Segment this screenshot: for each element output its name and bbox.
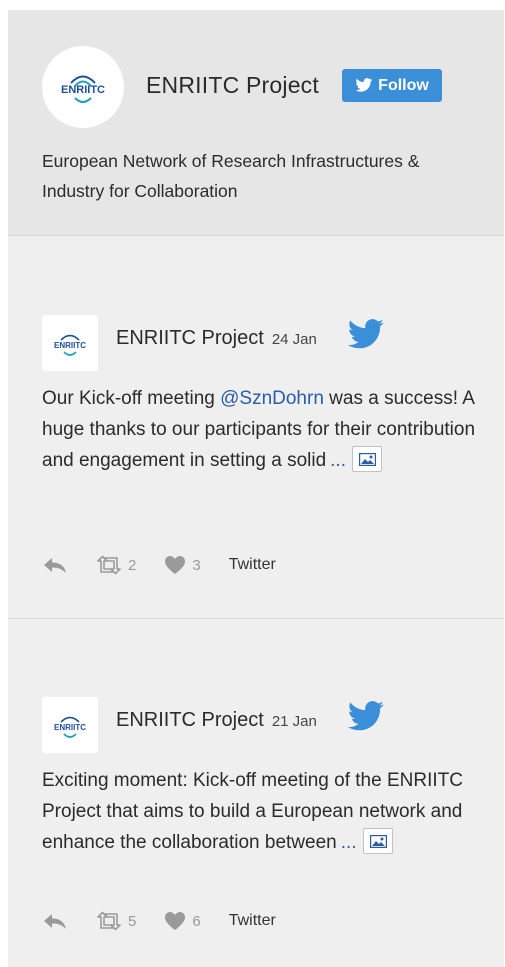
media-attachment[interactable] [352,445,382,472]
tweet-actions: 2 3 Twitter [42,555,276,575]
like-button[interactable]: 6 [164,911,201,931]
retweet-count: 2 [128,556,137,574]
tweet-author[interactable]: ENRIITC Project [116,709,264,732]
tweet-avatar[interactable]: ENRIITC [42,697,98,753]
tweet-text: Exciting moment: Kick-off meeting of the… [42,765,482,858]
image-icon [359,452,376,466]
tweet-text: Our Kick-off meeting @SznDohrn was a suc… [42,383,482,476]
reply-icon [44,914,66,929]
twitter-bird-icon[interactable] [346,319,386,351]
logo-text: ENRIITC [54,723,86,732]
source-link[interactable]: Twitter [229,556,276,574]
twitter-bird-icon [355,78,373,92]
enriitc-logo-icon: ENRIITC [54,716,86,738]
tweet-text-start: Exciting moment: Kick-off meeting of the… [42,770,463,853]
read-more-link[interactable]: ... [341,832,357,853]
follow-button[interactable]: Follow [342,69,442,102]
tweet-avatar[interactable]: ENRIITC [42,315,98,371]
tweet: ENRIITC ENRIITC Project 21 Jan Exciting … [8,619,504,967]
media-attachment[interactable] [362,827,393,854]
read-more-link[interactable]: ... [330,450,346,471]
tweet-actions: 5 6 Twitter [42,911,276,931]
like-count: 6 [192,912,201,930]
profile-header: ENRIITC ENRIITC Project Follow European … [8,10,504,236]
tweet-author[interactable]: ENRIITC Project [116,327,264,350]
tweet-header: ENRIITC Project 24 Jan [116,327,317,350]
profile-name[interactable]: ENRIITC Project [146,72,319,99]
retweet-icon [97,911,121,931]
tweet: ENRIITC ENRIITC Project 24 Jan Our Kick-… [8,237,504,619]
logo-text: ENRIITC [54,341,86,350]
tweet-header: ENRIITC Project 21 Jan [116,709,317,732]
reply-button[interactable] [42,911,68,931]
heart-icon [165,912,186,930]
profile-avatar[interactable]: ENRIITC [42,46,124,128]
enriitc-logo-icon: ENRIITC [61,75,105,103]
mention-link[interactable]: @SznDohrn [220,388,324,409]
retweet-button[interactable]: 5 [96,911,136,931]
retweet-button[interactable]: 2 [96,555,136,575]
like-count: 3 [192,556,201,574]
logo-text: ENRIITC [61,84,105,96]
image-icon [369,834,387,848]
tweet-text-start: Our Kick-off meeting [42,388,221,409]
source-link[interactable]: Twitter [229,912,276,930]
reply-icon [44,558,66,573]
like-button[interactable]: 3 [164,555,201,575]
heart-icon [165,556,186,574]
twitter-bird-icon[interactable] [346,701,386,733]
tweet-date[interactable]: 21 Jan [272,713,317,730]
follow-button-label: Follow [378,76,429,94]
retweet-count: 5 [128,912,137,930]
enriitc-logo-icon: ENRIITC [54,334,86,356]
tweet-date[interactable]: 24 Jan [272,331,317,348]
reply-button[interactable] [42,555,68,575]
retweet-icon [97,555,121,575]
profile-description: European Network of Research Infrastruct… [42,151,420,201]
twitter-timeline-widget: ENRIITC ENRIITC Project Follow European … [8,10,504,967]
